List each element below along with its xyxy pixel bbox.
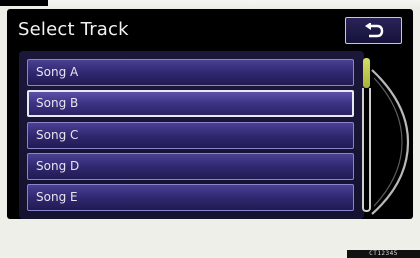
footer-code-badge: CT12345 xyxy=(347,250,420,258)
track-label: Song E xyxy=(36,190,78,204)
track-item-song-a[interactable]: Song A xyxy=(27,59,354,86)
track-label: Song B xyxy=(36,96,79,110)
track-item-song-e[interactable]: Song E xyxy=(27,184,354,211)
track-item-song-d[interactable]: Song D xyxy=(27,153,354,180)
track-item-song-c[interactable]: Song C xyxy=(27,122,354,149)
track-label: Song D xyxy=(36,159,80,173)
top-mark xyxy=(0,0,48,6)
top-bar xyxy=(0,0,420,9)
track-label: Song A xyxy=(36,65,79,79)
track-label: Song C xyxy=(36,128,79,142)
track-item-song-b[interactable]: Song B xyxy=(27,90,354,117)
page-title: Select Track xyxy=(18,19,129,40)
scroll-indicator-arc xyxy=(371,69,410,215)
return-arrow-icon xyxy=(363,22,385,39)
back-button[interactable] xyxy=(345,17,402,44)
